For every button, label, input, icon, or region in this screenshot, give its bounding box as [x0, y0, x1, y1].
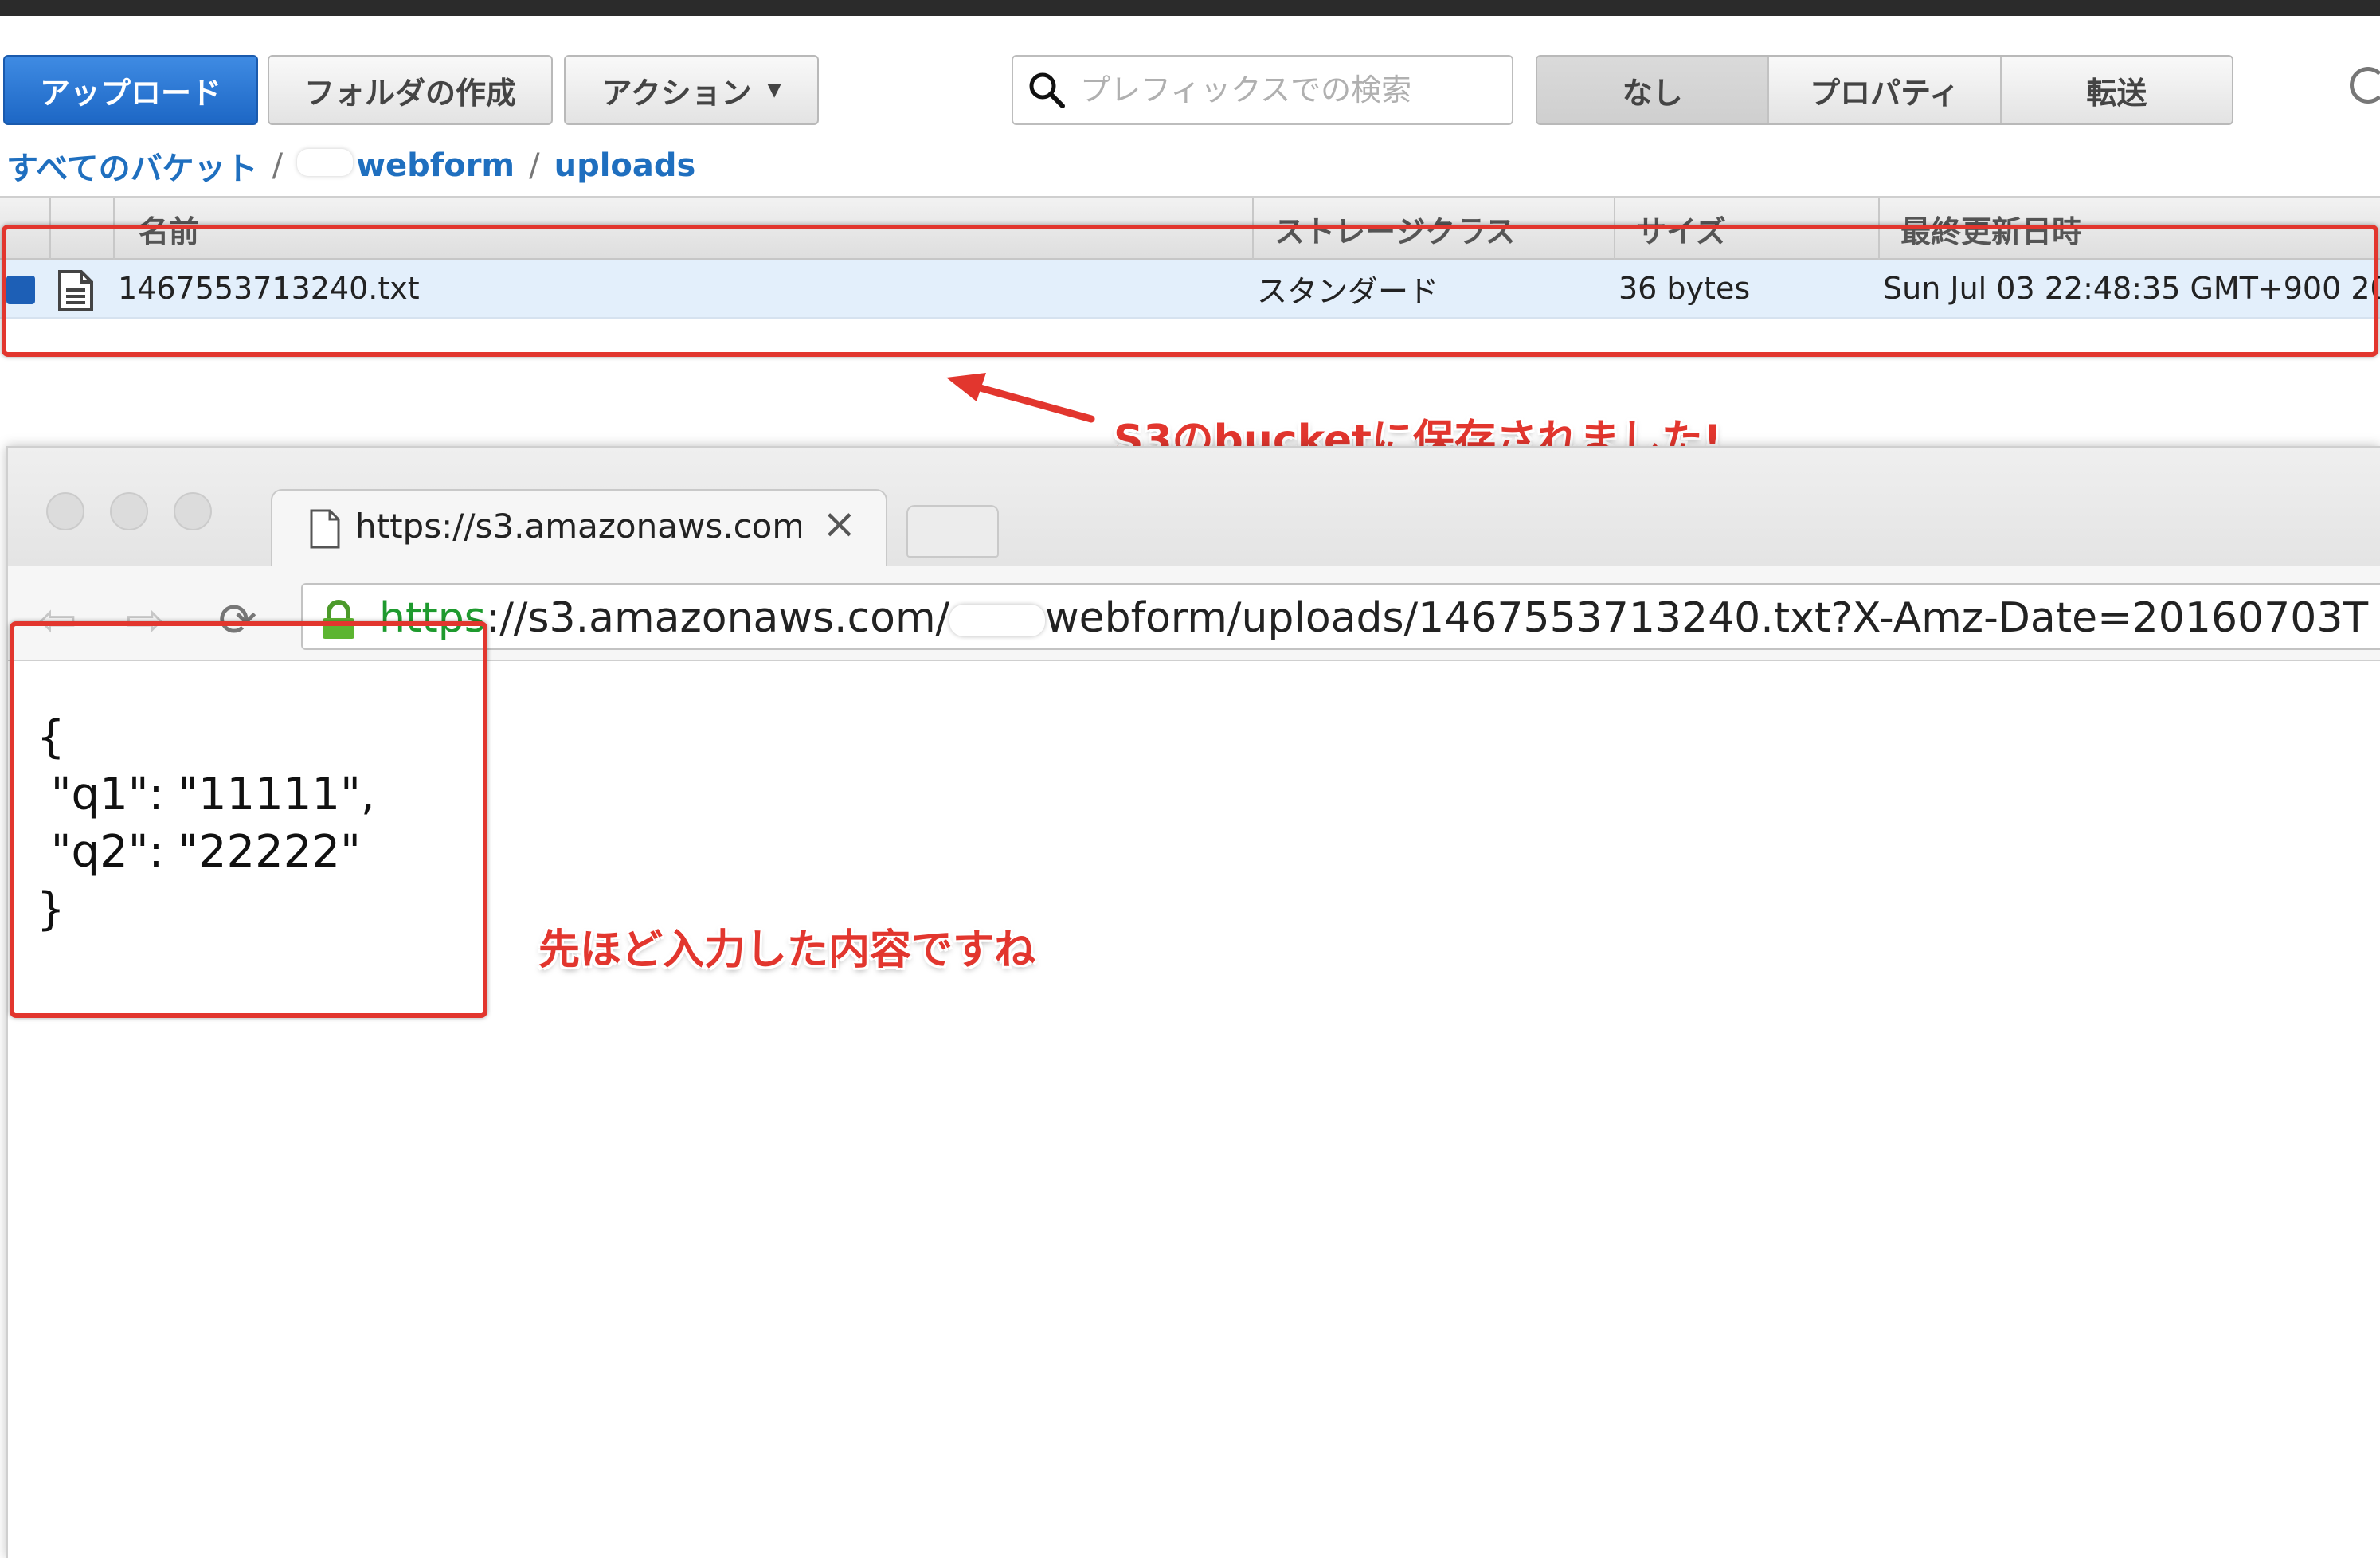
redacted-mark [949, 605, 1046, 636]
address-url: https://s3.amazonaws.com/webform/uploads… [379, 594, 2368, 642]
view-transfer-button[interactable]: 転送 [2002, 57, 2232, 123]
prefix-search-box[interactable] [1012, 55, 1513, 125]
breadcrumb: すべてのバケット / webform / uploads [6, 143, 695, 188]
breadcrumb-separator: / [272, 147, 284, 184]
breadcrumb-all-buckets[interactable]: すべてのバケット [6, 143, 258, 189]
breadcrumb-separator: / [529, 147, 540, 184]
url-host: ://s3.amazonaws.com/ [485, 594, 950, 642]
top-bar [0, 0, 2380, 16]
tab-close-icon[interactable]: × [822, 500, 857, 548]
url-path: webform/uploads/1467553713240.txt?X-Amz-… [1045, 594, 2369, 642]
browser-tab[interactable]: https://s3.amazonaws.com × [271, 489, 887, 569]
breadcrumb-folder[interactable]: uploads [554, 147, 696, 184]
annotation-content-highlight [10, 621, 487, 1018]
annotation-arrow-icon [946, 373, 1095, 423]
window-close-light[interactable] [46, 492, 84, 530]
view-none-button[interactable]: なし [1537, 57, 1770, 123]
page-icon [310, 509, 340, 549]
redacted-mark [297, 149, 354, 176]
refresh-icon[interactable] [2350, 67, 2380, 104]
upload-button[interactable]: アップロード [3, 55, 258, 125]
actions-dropdown[interactable]: アクション ▼ [564, 55, 819, 125]
actions-label: アクション [601, 75, 752, 111]
breadcrumb-bucket[interactable]: webform [297, 147, 515, 184]
prefix-search-input[interactable] [1078, 72, 1496, 108]
create-folder-button[interactable]: フォルダの作成 [268, 55, 553, 125]
view-toggle: なし プロパティ 転送 [1536, 55, 2233, 125]
chevron-down-icon: ▼ [767, 80, 781, 100]
address-bar[interactable]: https://s3.amazonaws.com/webform/uploads… [301, 583, 2380, 650]
window-minimize-light[interactable] [110, 492, 148, 530]
view-properties-button[interactable]: プロパティ [1769, 57, 2002, 123]
annotation-row-highlight [2, 225, 2378, 357]
annotation-content-note: 先ほど入力した内容ですね [538, 926, 1036, 974]
breadcrumb-bucket-label: webform [356, 147, 515, 184]
window-zoom-light[interactable] [174, 492, 212, 530]
new-tab-button[interactable] [906, 505, 999, 558]
search-icon [1029, 72, 1065, 108]
tab-title: https://s3.amazonaws.com [355, 507, 801, 546]
tab-strip: https://s3.amazonaws.com × [8, 448, 2380, 569]
